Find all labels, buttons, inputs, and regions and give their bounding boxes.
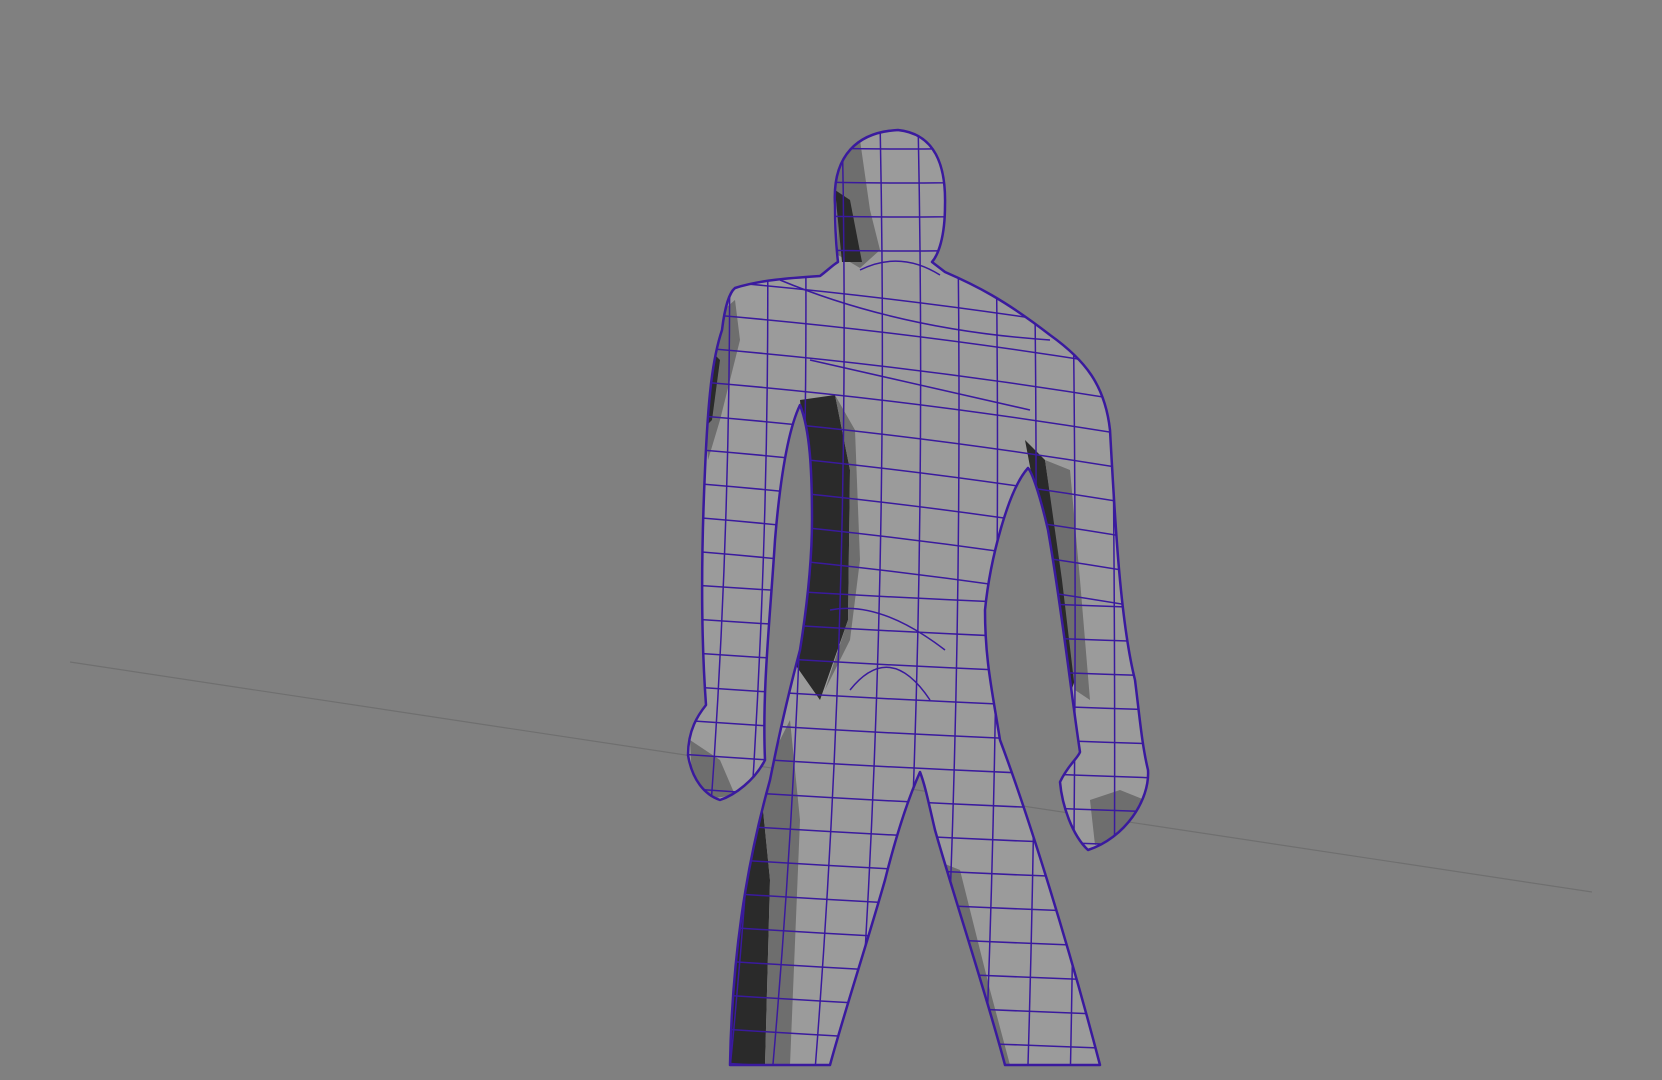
3d-viewport[interactable] bbox=[0, 0, 1662, 1080]
